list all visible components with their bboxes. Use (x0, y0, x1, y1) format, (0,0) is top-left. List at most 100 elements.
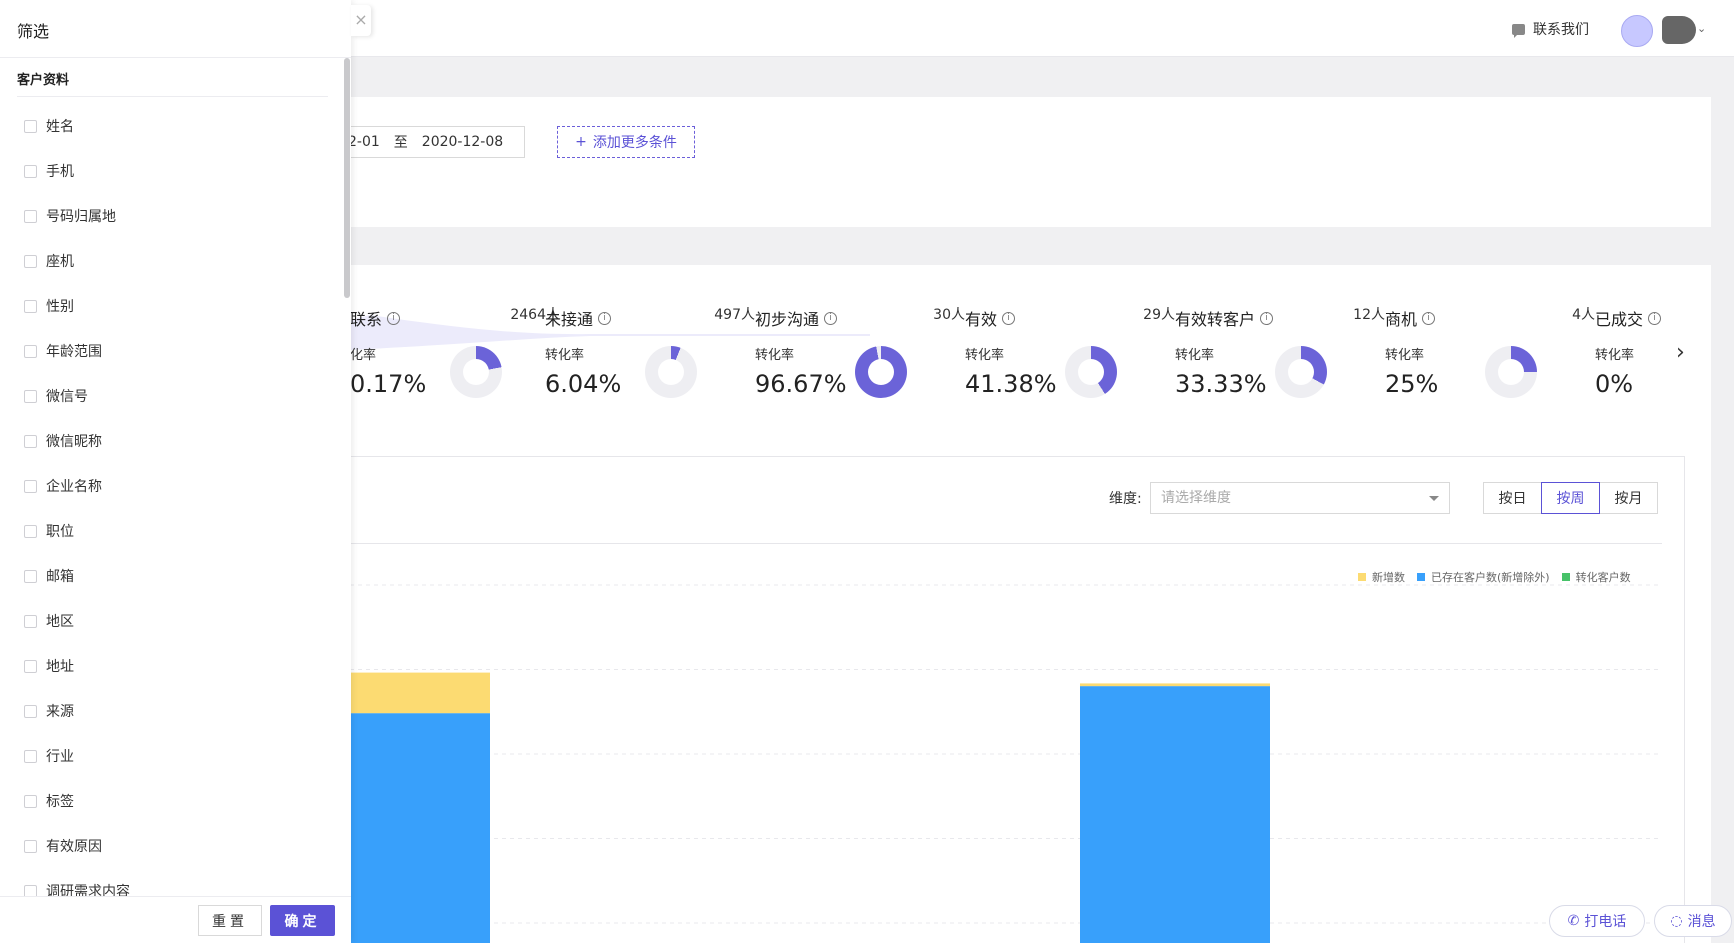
info-icon[interactable]: i (1422, 311, 1436, 325)
field-checkbox-row[interactable]: 行业 (24, 746, 334, 791)
field-label: 邮箱 (46, 569, 74, 585)
conversion-rate: 0.17% (350, 370, 427, 398)
dimension-select[interactable]: 请选择维度 (1150, 482, 1450, 514)
plus-icon: + (575, 134, 587, 150)
phone-icon: ✆ (1567, 913, 1580, 929)
checkbox[interactable] (24, 165, 37, 178)
field-checkbox-row[interactable]: 调研需求内容 (24, 881, 334, 896)
bar-segment[interactable] (350, 713, 490, 943)
stage-count: 30人 (933, 307, 965, 323)
field-checkbox-row[interactable]: 微信昵称 (24, 431, 334, 476)
field-label: 号码归属地 (46, 209, 116, 225)
info-icon[interactable]: i (824, 311, 838, 325)
stage-name: 商机 i (1385, 306, 1436, 330)
caret-down-icon (1429, 496, 1439, 501)
checkbox[interactable] (24, 525, 37, 538)
date-range-picker[interactable]: 2-01 至 2020-12-08 (335, 126, 525, 158)
field-checkbox-row[interactable]: 邮箱 (24, 566, 334, 611)
checkbox[interactable] (24, 390, 37, 403)
checkbox[interactable] (24, 120, 37, 133)
checkbox[interactable] (24, 615, 37, 628)
checkbox[interactable] (24, 480, 37, 493)
info-icon[interactable]: i (598, 311, 612, 325)
reset-button[interactable]: 重置 (198, 905, 262, 936)
field-checkbox-row[interactable]: 号码归属地 (24, 206, 334, 251)
checkbox[interactable] (24, 435, 37, 448)
field-checkbox-row[interactable]: 来源 (24, 701, 334, 746)
chevron-down-icon[interactable]: ⌄ (1697, 22, 1706, 35)
checkbox[interactable] (24, 660, 37, 673)
info-icon[interactable]: i (1002, 311, 1016, 325)
call-button[interactable]: ✆ 打电话 (1549, 905, 1645, 937)
date-separator: 至 (393, 135, 408, 151)
field-checkbox-row[interactable]: 年龄范围 (24, 341, 334, 386)
info-icon[interactable]: i (1648, 311, 1662, 325)
info-icon[interactable]: i (387, 311, 401, 325)
field-label: 有效原因 (46, 839, 102, 855)
checkbox[interactable] (24, 750, 37, 763)
checkbox[interactable] (24, 345, 37, 358)
field-checkbox-row[interactable]: 职位 (24, 521, 334, 566)
field-checkbox-row[interactable]: 座机 (24, 251, 334, 296)
stage-label: 有效 (965, 310, 998, 329)
conversion-rate: 0% (1595, 370, 1634, 398)
stage-label: 初步沟通 (755, 310, 820, 329)
field-checkbox-row[interactable]: 微信号 (24, 386, 334, 431)
rate-label: 转化率 (755, 348, 795, 363)
field-label: 手机 (46, 164, 74, 180)
field-checkbox-row[interactable]: 性别 (24, 296, 334, 341)
field-checkbox-row[interactable]: 地区 (24, 611, 334, 656)
period-month-button[interactable]: 按月 (1599, 482, 1658, 514)
field-checkbox-row[interactable]: 姓名 (24, 116, 334, 161)
user-name-tag[interactable] (1662, 16, 1696, 44)
checkbox[interactable] (24, 300, 37, 313)
field-checkbox-row[interactable]: 有效原因 (24, 836, 334, 881)
message-button[interactable]: ◌ 消息 (1654, 905, 1732, 937)
funnel-stage[interactable]: 有效转客户 i 12人 转化率 33.33% (1175, 300, 1385, 410)
funnel-stage[interactable]: 初步沟通 i 30人 转化率 96.67% (755, 300, 965, 410)
checkbox[interactable] (24, 795, 37, 808)
avatar[interactable] (1621, 15, 1653, 47)
bar-segment[interactable] (1080, 686, 1270, 943)
drawer-title: 筛选 (17, 22, 50, 41)
funnel-stage[interactable]: 商机 i 4人 转化率 25% (1385, 300, 1595, 410)
date-start: 2-01 (348, 134, 380, 150)
field-label: 姓名 (46, 119, 74, 135)
close-icon[interactable]: × (351, 5, 371, 36)
contact-us-link[interactable]: 联系我们 (1512, 19, 1589, 39)
scrollbar[interactable] (344, 58, 350, 298)
funnel-stage[interactable]: 联系 i 2464人 化率 0.17% (350, 300, 560, 410)
checkbox[interactable] (24, 210, 37, 223)
add-condition-label: 添加更多条件 (592, 135, 677, 151)
stage-name: 有效转客户 i (1175, 306, 1274, 330)
field-checkbox-row[interactable]: 手机 (24, 161, 334, 206)
funnel-stage[interactable]: 未接通 i 497人 转化率 6.04% (545, 300, 755, 410)
field-checkbox-row[interactable]: 企业名称 (24, 476, 334, 521)
rate-label: 化率 (350, 348, 377, 363)
stage-label: 未接通 (545, 310, 594, 329)
field-label: 性别 (46, 299, 74, 315)
info-icon[interactable]: i (1260, 311, 1274, 325)
divider (0, 896, 351, 897)
field-label: 微信号 (46, 389, 88, 405)
funnel-stage[interactable]: 有效 i 29人 转化率 41.38% (965, 300, 1175, 410)
checkbox[interactable] (24, 840, 37, 853)
chevron-right-icon[interactable]: › (1676, 340, 1685, 365)
period-week-button[interactable]: 按周 (1541, 482, 1600, 514)
add-condition-button[interactable]: + 添加更多条件 (557, 126, 695, 158)
message-icon (1512, 23, 1525, 38)
checkbox[interactable] (24, 705, 37, 718)
period-day-button[interactable]: 按日 (1483, 482, 1542, 514)
stage-name: 有效 i (965, 306, 1016, 330)
funnel-stage[interactable]: 已成交 i 转化率 0% (1595, 300, 1734, 410)
field-checkbox-row[interactable]: 标签 (24, 791, 334, 836)
confirm-button[interactable]: 确定 (270, 905, 335, 936)
checkbox[interactable] (24, 885, 37, 896)
bar-segment[interactable] (1080, 683, 1270, 687)
checkbox[interactable] (24, 255, 37, 268)
bar-segment[interactable] (350, 672, 490, 714)
field-checkbox-row[interactable]: 地址 (24, 656, 334, 701)
conversion-donut (1275, 346, 1327, 398)
conversion-donut (1065, 346, 1117, 398)
checkbox[interactable] (24, 570, 37, 583)
